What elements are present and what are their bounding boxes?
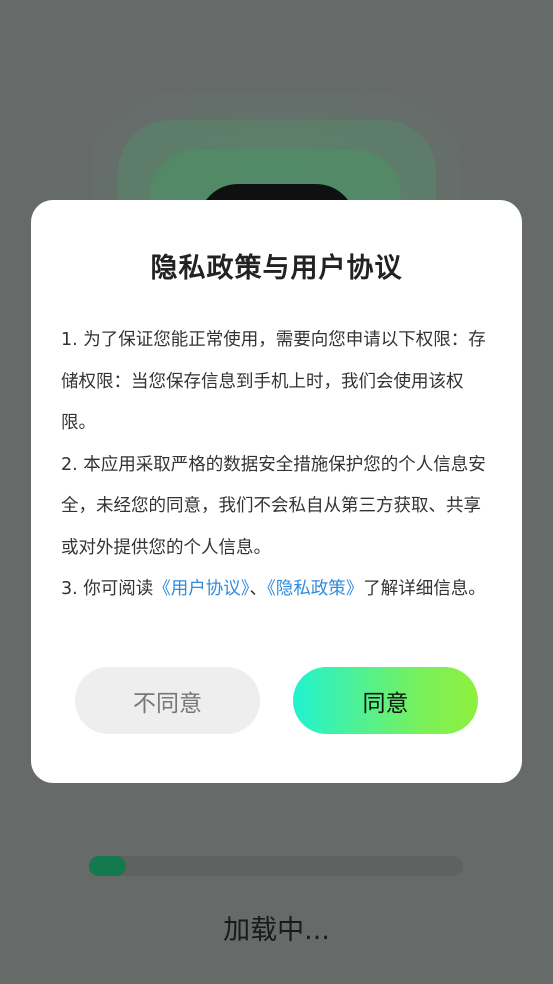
permission-paragraph: 1. 为了保证您能正常使用，需要向您申请以下权限：存储权限：当您保存信息到手机上… xyxy=(61,330,486,433)
loading-progress-fill xyxy=(89,856,127,876)
loading-text: 加载中... xyxy=(223,915,330,946)
loading-progress-bar xyxy=(89,856,463,876)
decline-button[interactable]: 不同意 xyxy=(75,667,260,734)
agreement-suffix: 了解详细信息。 xyxy=(363,579,486,599)
privacy-policy-link[interactable]: 《隐私政策》 xyxy=(267,579,363,599)
dialog-body: 1. 为了保证您能正常使用，需要向您申请以下权限：存储权限：当您保存信息到手机上… xyxy=(61,320,493,611)
accept-button-label: 同意 xyxy=(362,690,409,717)
accept-button[interactable]: 同意 xyxy=(293,667,478,734)
security-paragraph: 2. 本应用采取严格的数据安全措施保护您的个人信息安全，未经您的同意，我们不会私… xyxy=(61,454,486,558)
dialog-title: 隐私政策与用户协议 xyxy=(150,253,403,284)
decline-button-label: 不同意 xyxy=(133,690,202,717)
privacy-dialog: 隐私政策与用户协议 1. 为了保证您能正常使用，需要向您申请以下权限：存储权限：… xyxy=(31,200,522,783)
link-separator: 、 xyxy=(249,579,268,599)
user-agreement-link[interactable]: 《用户协议》 xyxy=(153,579,249,599)
agreement-paragraph: 3. 你可阅读《用户协议》、《隐私政策》了解详细信息。 xyxy=(61,569,493,611)
splash-screen: 隐私政策与用户协议 1. 为了保证您能正常使用，需要向您申请以下权限：存储权限：… xyxy=(0,0,553,984)
agreement-prefix: 3. 你可阅读 xyxy=(61,579,154,599)
